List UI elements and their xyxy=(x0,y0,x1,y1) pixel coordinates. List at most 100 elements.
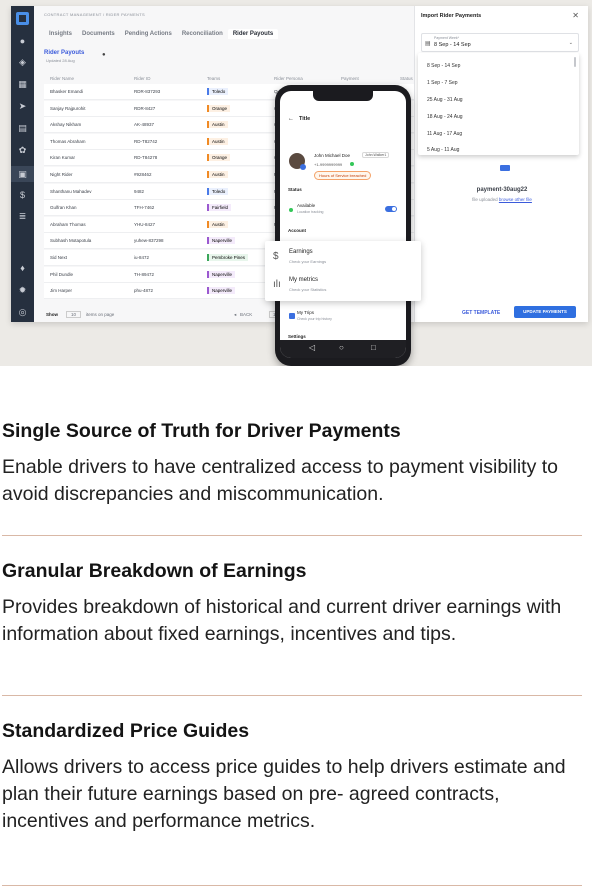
rider-name-cell: Subhash Motapotula xyxy=(50,238,92,244)
file-icon xyxy=(500,165,510,171)
rider-id-cell: RDR-837293 xyxy=(134,89,161,94)
team-badge: Fairfield xyxy=(207,204,232,212)
tab-reconciliation[interactable]: Reconciliation xyxy=(177,29,228,39)
status-heading: Status xyxy=(288,187,302,192)
week-option[interactable]: 8 Sep - 14 Sep xyxy=(427,63,460,69)
page-size-select[interactable]: 10 xyxy=(66,311,82,318)
nav-home-button-icon[interactable]: ○ xyxy=(339,343,344,352)
week-option[interactable]: 1 Sep - 7 Sep xyxy=(427,80,458,86)
nav-recents-icon[interactable]: □ xyxy=(371,343,376,352)
import-panel: Import Rider Payments ✕ ▤ Payment Week* … xyxy=(414,6,588,322)
nav-dollar-icon[interactable]: $ xyxy=(18,191,27,200)
dollar-icon: $ xyxy=(273,251,279,262)
section-single-source: Single Source of Truth for Driver Paymen… xyxy=(2,420,582,508)
tab-bar: Insights Documents Pending Actions Recon… xyxy=(44,29,279,39)
week-option[interactable]: 25 Aug - 31 Aug xyxy=(427,97,463,103)
nav-database-icon[interactable]: ≣ xyxy=(18,212,27,221)
section-title: Standardized Price Guides xyxy=(2,720,250,742)
nav-send-icon[interactable]: ➤ xyxy=(18,102,27,111)
section-body: Allows drivers to access price guides to… xyxy=(2,756,566,832)
chevron-down-icon: ⌄ xyxy=(568,40,573,46)
my-trips-label[interactable]: My Trips xyxy=(297,310,314,315)
available-sub: Location tracking xyxy=(297,210,324,214)
driver-phone: +1-9999999999 xyxy=(314,162,343,167)
team-badge: Toledo xyxy=(207,187,229,195)
nav-calendar-icon[interactable]: ▦ xyxy=(18,80,27,89)
col-payment[interactable]: Payment xyxy=(341,76,359,81)
rider-id-cell: TH-89472 xyxy=(134,271,155,277)
back-button[interactable]: BACK xyxy=(240,312,252,317)
android-nav-bar: ◁ ○ □ xyxy=(280,340,406,358)
nav-home-icon[interactable]: ● xyxy=(18,37,27,46)
metrics-sub: Check your Statistics xyxy=(289,287,327,292)
week-option[interactable]: 11 Aug - 17 Aug xyxy=(427,131,462,137)
rider-name-cell: Bhasker Emandi xyxy=(50,89,84,94)
payment-week-select[interactable]: ▤ Payment Week* 8 Sep - 14 Sep ⌄ xyxy=(421,33,579,52)
nav-user-icon[interactable]: ◎ xyxy=(18,308,27,317)
driver-name: John Michael Doe xyxy=(314,153,351,158)
rider-id-cell: yuhew-837298 xyxy=(134,238,164,244)
section-body: Provides breakdown of historical and cur… xyxy=(2,596,562,645)
payment-week-value: 8 Sep - 14 Sep xyxy=(434,42,471,48)
available-toggle[interactable] xyxy=(385,206,397,212)
team-badge: Austin xyxy=(207,220,228,228)
team-badge: Pembroke Pines xyxy=(207,254,249,261)
rider-id-cell: RD-T84278 xyxy=(134,155,158,161)
page: ● ◈ ▦ ➤ ▤ ✿ ▣ $ ≣ ♦ ✹ ◎ CONTRACT MANAGEM… xyxy=(0,0,592,888)
team-badge: Austin xyxy=(207,121,228,129)
rider-id-cell: #928462 xyxy=(134,172,152,177)
section-body: Enable drivers to have centralized acces… xyxy=(2,456,559,505)
rider-id-cell: AK-48937 xyxy=(134,122,155,128)
nav-back-icon[interactable]: ◁ xyxy=(309,343,315,352)
verified-icon xyxy=(300,164,306,170)
dropdown-scrollbar[interactable] xyxy=(574,57,576,67)
nav-bell-icon[interactable]: ♦ xyxy=(18,264,27,273)
back-icon[interactable]: ◂ xyxy=(234,312,236,318)
col-rider-persona[interactable]: Rider Persona xyxy=(274,76,303,81)
browse-file-link[interactable]: browse other file xyxy=(499,197,532,202)
close-icon[interactable]: ✕ xyxy=(572,11,579,20)
breadcrumb: CONTRACT MANAGEMENT / RIDER PAYMENTS xyxy=(44,12,145,17)
metrics-label[interactable]: My metrics xyxy=(289,277,318,283)
tab-rider-payouts[interactable]: Rider Payouts xyxy=(227,29,279,39)
nav-gear-icon[interactable]: ✹ xyxy=(18,286,27,295)
rider-name-cell: Akshay Nikham xyxy=(50,122,82,128)
rider-id-cell: iu-8472 xyxy=(134,255,150,260)
pager-items-label: items on page xyxy=(86,312,115,317)
rider-name-cell: Abraham Thomas xyxy=(50,221,86,227)
update-payments-button[interactable]: UPDATE PAYMENTS xyxy=(514,306,576,318)
tab-documents[interactable]: Documents xyxy=(77,29,120,39)
get-template-button[interactable]: GET TEMPLATE xyxy=(462,310,500,316)
section-title: Single Source of Truth for Driver Paymen… xyxy=(2,420,401,442)
rider-id-cell: TFH-7462 xyxy=(134,205,155,211)
col-rider-name[interactable]: Rider Name xyxy=(50,76,74,81)
section-granular-breakdown: Granular Breakdown of Earnings Provides … xyxy=(2,560,582,648)
nav-payments-icon[interactable]: ▣ xyxy=(11,166,34,182)
col-status[interactable]: Status xyxy=(400,76,413,81)
week-option[interactable]: 5 Aug - 11 Aug xyxy=(427,147,459,153)
week-option[interactable]: 18 Aug - 24 Aug xyxy=(427,114,463,120)
app-logo xyxy=(16,12,29,25)
team-badge: Naperville xyxy=(207,237,236,245)
section-divider xyxy=(2,695,582,696)
team-badge: Orange xyxy=(207,154,231,162)
col-rider-id[interactable]: Rider ID xyxy=(134,76,151,81)
tab-pending-actions[interactable]: Pending Actions xyxy=(120,29,177,39)
nav-settings-icon[interactable]: ✿ xyxy=(18,146,27,155)
phone-notch xyxy=(313,91,373,101)
available-label: Available xyxy=(297,203,316,208)
col-teams[interactable]: Teams xyxy=(207,76,220,81)
payouts-title: Rider Payouts xyxy=(44,50,85,56)
payouts-updated: Updated 28 Aug xyxy=(46,58,75,63)
back-arrow-icon[interactable]: ← xyxy=(288,116,294,122)
tab-insights[interactable]: Insights xyxy=(44,29,77,39)
nav-box-icon[interactable]: ◈ xyxy=(18,58,27,67)
pager-show: Show xyxy=(46,312,58,317)
available-dot xyxy=(289,208,293,212)
left-nav: ● ◈ ▦ ➤ ▤ ✿ ▣ $ ≣ ♦ ✹ ◎ xyxy=(11,6,34,322)
rider-name-cell: Shanthanu Mahadev xyxy=(50,188,92,194)
nav-document-icon[interactable]: ▤ xyxy=(18,124,27,133)
earnings-label[interactable]: Earnings xyxy=(289,249,313,255)
rider-name-cell: Sid Next xyxy=(50,255,68,260)
upload-status: file uploaded browse other file xyxy=(415,197,588,202)
